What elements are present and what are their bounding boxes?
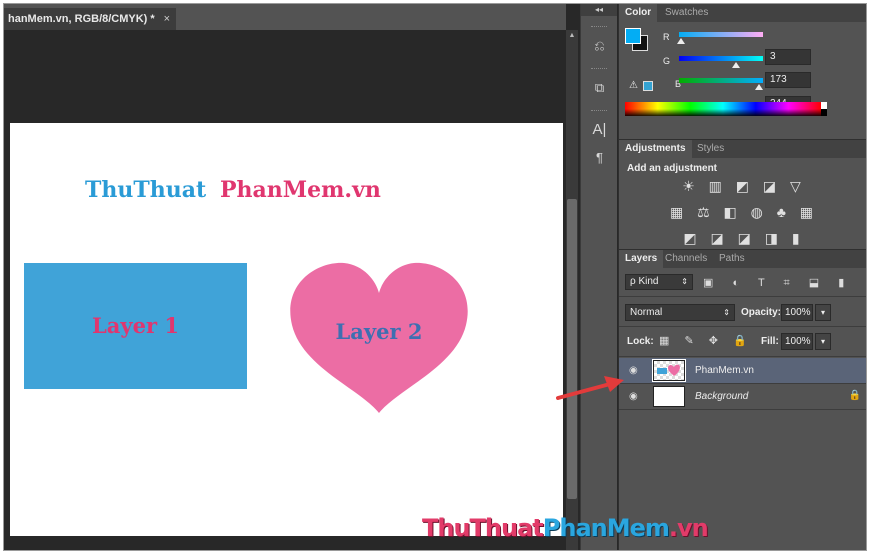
adjustment-icons-row-3[interactable]: ◩ ◪ ◪ ◨ ▮ bbox=[619, 230, 866, 247]
watermark-part3: .vn bbox=[668, 514, 709, 542]
document-canvas[interactable]: ThuThuat PhanMem.vn Layer 1 Layer 2 bbox=[10, 123, 563, 536]
scrollbar-thumb[interactable] bbox=[567, 199, 577, 499]
divider bbox=[619, 356, 866, 357]
gamut-color-swatch[interactable] bbox=[643, 81, 653, 91]
3d-icon[interactable]: ⧉ bbox=[581, 74, 618, 102]
canvas-title-part2: PhanMem.vn bbox=[220, 177, 381, 203]
tab-swatches[interactable]: Swatches bbox=[659, 4, 714, 22]
adjustments-panel: Adjustments Styles Add an adjustment ☀ ▥… bbox=[619, 139, 866, 249]
tab-adjustments[interactable]: Adjustments bbox=[619, 140, 692, 158]
green-slider[interactable] bbox=[679, 56, 763, 61]
color-ramp[interactable] bbox=[625, 102, 821, 116]
fill-input[interactable]: 100% bbox=[781, 333, 813, 350]
document-tab[interactable]: hanMem.vn, RGB/8/CMYK) * × bbox=[4, 8, 176, 30]
eye-icon[interactable]: ◉ bbox=[629, 365, 638, 376]
tab-color[interactable]: Color bbox=[619, 4, 658, 22]
layer-row-background[interactable]: ◉ Background 🔒 bbox=[619, 384, 866, 410]
close-icon[interactable]: × bbox=[164, 8, 170, 30]
color-panel: R 3 G 173 B 244 ⚠ bbox=[619, 22, 866, 139]
right-panels: Color Swatches R 3 G 173 B 244 ⚠ bbox=[618, 4, 866, 550]
blend-mode-value: Normal bbox=[630, 307, 663, 318]
character-icon[interactable]: A| bbox=[581, 116, 618, 144]
scroll-up-icon[interactable]: ▲ bbox=[566, 30, 578, 42]
lock-icon: 🔒 bbox=[848, 390, 861, 401]
tab-channels[interactable]: Channels bbox=[659, 250, 713, 268]
panel-dock-column: ◂◂ ⎌ ⧉ A| ¶ bbox=[580, 4, 618, 550]
layers-panel-tabs: Layers Channels Paths bbox=[619, 250, 866, 268]
layer-thumbnail bbox=[653, 386, 685, 407]
divider bbox=[619, 326, 866, 327]
tab-styles[interactable]: Styles bbox=[691, 140, 730, 158]
watermark-part1: ThuThuat bbox=[422, 514, 544, 542]
document-tab-bar: hanMem.vn, RGB/8/CMYK) * × bbox=[4, 4, 566, 30]
document-tab-title: hanMem.vn, RGB/8/CMYK) * bbox=[8, 13, 155, 25]
lock-options-icons[interactable]: ▦ ✎ ✥ 🔒 bbox=[659, 334, 753, 347]
layer-filter-icons[interactable]: ▣ ◐ T ⌗ ⬓ ▮ bbox=[703, 276, 852, 290]
green-slider-thumb[interactable] bbox=[732, 62, 740, 68]
photoshop-window: hanMem.vn, RGB/8/CMYK) * × ThuThuat Phan… bbox=[3, 3, 867, 551]
layer-2-label: Layer 2 bbox=[335, 319, 423, 344]
layer-filter-kind[interactable]: ρ Kind ⇕ bbox=[625, 274, 693, 290]
red-channel-label: R bbox=[663, 32, 670, 42]
opacity-dropdown-icon[interactable]: ▾ bbox=[815, 304, 831, 321]
blue-slider[interactable] bbox=[679, 78, 763, 83]
tab-layers[interactable]: Layers bbox=[619, 250, 664, 268]
adjustment-icons-row-1[interactable]: ☀ ▥ ◩ ◪ ▽ bbox=[619, 178, 866, 195]
gamut-warning-icon[interactable]: ⚠ bbox=[629, 80, 638, 91]
foreground-color-swatch[interactable] bbox=[625, 28, 641, 44]
color-ramp-bw[interactable] bbox=[821, 102, 827, 116]
blue-slider-thumb[interactable] bbox=[755, 84, 763, 90]
adjustments-heading: Add an adjustment bbox=[627, 163, 718, 174]
adjustments-panel-tabs: Adjustments Styles bbox=[619, 140, 866, 158]
tab-paths[interactable]: Paths bbox=[713, 250, 751, 268]
opacity-label: Opacity: bbox=[741, 307, 782, 318]
blend-mode-select[interactable]: Normal ⇕ bbox=[625, 304, 735, 321]
fill-label: Fill: bbox=[761, 336, 779, 347]
layer-row-phanmem[interactable]: ◉ PhanMem.vn bbox=[619, 358, 866, 384]
lock-label: Lock: bbox=[627, 336, 654, 347]
fill-dropdown-icon[interactable]: ▾ bbox=[815, 333, 831, 350]
divider bbox=[619, 296, 866, 297]
layer-name[interactable]: Background bbox=[695, 391, 748, 402]
green-channel-label: G bbox=[663, 56, 671, 66]
eye-icon[interactable]: ◉ bbox=[629, 391, 638, 402]
opacity-input[interactable]: 100% bbox=[781, 304, 813, 321]
watermark-part2: PhanMem bbox=[542, 514, 670, 542]
layer-thumbnail bbox=[652, 359, 686, 382]
red-slider-thumb[interactable] bbox=[677, 38, 685, 44]
dropdown-arrow-icon: ⇕ bbox=[681, 277, 688, 286]
layer-1-label: Layer 1 bbox=[92, 313, 179, 338]
red-value[interactable]: 3 bbox=[765, 49, 811, 65]
layer-filter-kind-label: ρ Kind bbox=[630, 276, 659, 287]
history-icon[interactable]: ⎌ bbox=[581, 32, 618, 60]
adjustment-icons-row-2[interactable]: ▦ ⚖ ◧ ◍ ♣ ▦ bbox=[619, 204, 866, 221]
annotation-arrow-icon bbox=[556, 376, 624, 400]
paragraph-icon[interactable]: ¶ bbox=[581, 144, 618, 172]
layer-name[interactable]: PhanMem.vn bbox=[695, 365, 754, 376]
collapse-panels-icon[interactable]: ◂◂ bbox=[581, 4, 617, 16]
watermark-logo: ThuThuatPhanMem.vn bbox=[422, 514, 709, 542]
layers-panel: Layers Channels Paths ρ Kind ⇕ ▣ ◐ T ⌗ ⬓… bbox=[619, 249, 866, 549]
canvas-workspace[interactable]: ThuThuat PhanMem.vn Layer 1 Layer 2 bbox=[4, 30, 566, 550]
layer-thumbnail-art bbox=[657, 364, 680, 376]
dropdown-arrow-icon: ⇕ bbox=[723, 308, 730, 317]
color-panel-tabs: Color Swatches bbox=[619, 4, 866, 22]
canvas-title-part1: ThuThuat bbox=[85, 177, 207, 203]
green-value[interactable]: 173 bbox=[765, 72, 811, 88]
red-slider[interactable] bbox=[679, 32, 763, 37]
layer-1-rectangle: Layer 1 bbox=[24, 263, 247, 389]
